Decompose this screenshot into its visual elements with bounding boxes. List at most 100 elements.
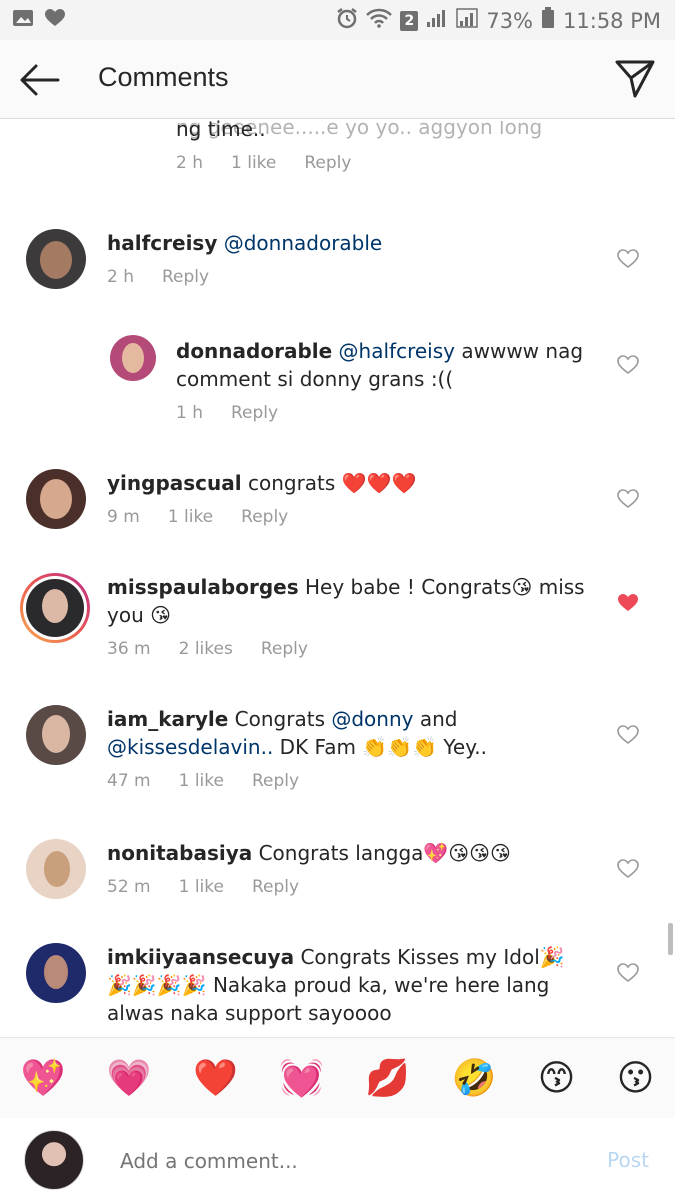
avatar[interactable] bbox=[26, 943, 86, 1003]
comment-text: nonitabasiya Congrats langga💖😘😘😘 bbox=[107, 839, 511, 867]
emoji-sparkling-heart[interactable]: 💖 bbox=[21, 1057, 66, 1099]
comment-meta: 36 m 2 likes Reply bbox=[107, 639, 308, 659]
comment-username[interactable]: iam_karyle bbox=[107, 707, 228, 731]
comment-age: 1 h bbox=[176, 403, 203, 423]
reply-button[interactable]: Reply bbox=[162, 267, 209, 287]
emoji-growing-heart[interactable]: 💗 bbox=[107, 1057, 152, 1099]
comment-username[interactable]: nonitabasiya bbox=[107, 841, 252, 865]
comment-body-line2: comment si donny grans :(( bbox=[176, 367, 454, 391]
reply-button[interactable]: Reply bbox=[252, 771, 299, 791]
liked-heart-icon[interactable] bbox=[617, 593, 639, 613]
mention-link[interactable]: @donnadorable bbox=[224, 231, 383, 255]
comment-text: ng time.. bbox=[176, 119, 266, 141]
story-avatar[interactable] bbox=[20, 573, 90, 643]
comment-input[interactable] bbox=[118, 1148, 542, 1174]
comment-body-line2: you 😘 bbox=[107, 603, 171, 627]
comment-meta: 47 m 1 like Reply bbox=[107, 771, 299, 791]
comment-text: imkiiyaansecuya Congrats Kisses my Idol🎉… bbox=[107, 943, 607, 1027]
comment-body: Hey babe ! Congrats😘 miss bbox=[304, 575, 585, 599]
comment-body-line3: alwas naka support sayoooo bbox=[107, 1001, 392, 1025]
avatar[interactable] bbox=[26, 469, 86, 529]
comment-text: halfcreisy @donnadorable bbox=[107, 229, 382, 257]
comment-username[interactable]: yingpascual bbox=[107, 471, 242, 495]
emoji-rofl[interactable]: 🤣 bbox=[452, 1057, 497, 1099]
reply-button[interactable]: Reply bbox=[252, 877, 299, 897]
comment-likes[interactable]: 1 like bbox=[231, 153, 276, 173]
like-heart-icon[interactable] bbox=[617, 249, 639, 269]
like-heart-icon[interactable] bbox=[617, 859, 639, 879]
like-heart-icon[interactable] bbox=[617, 963, 639, 983]
comment-likes[interactable]: 1 like bbox=[168, 507, 213, 527]
comment-username[interactable]: misspaulaborges bbox=[107, 575, 299, 599]
comment-composer: Post bbox=[0, 1118, 675, 1200]
comment-username[interactable]: halfcreisy bbox=[107, 231, 217, 255]
clock: 11:58 PM bbox=[563, 8, 661, 33]
send-icon[interactable] bbox=[613, 56, 657, 100]
signal-icon bbox=[426, 8, 448, 33]
comment-likes[interactable]: 1 like bbox=[179, 771, 224, 791]
current-user-avatar bbox=[24, 1130, 84, 1190]
comment-text: iam_karyle Congrats @donny and @kissesde… bbox=[107, 705, 567, 761]
emoji-beating-heart[interactable]: 💓 bbox=[279, 1057, 324, 1099]
comment-body-end: DK Fam 👏👏👏 Yey.. bbox=[279, 735, 487, 759]
app-bar: Comments bbox=[0, 40, 675, 119]
comment-body: Congrats Kisses my Idol🎉 bbox=[300, 945, 565, 969]
reply-button[interactable]: Reply bbox=[241, 507, 288, 527]
comment-meta: 52 m 1 like Reply bbox=[107, 877, 299, 897]
page-title: Comments bbox=[98, 62, 229, 92]
back-arrow-icon[interactable] bbox=[18, 60, 62, 100]
avatar[interactable] bbox=[110, 335, 156, 381]
comment-age: 2 h bbox=[107, 267, 134, 287]
comment-list[interactable]: ng geeenee.....e yo yo.. aggyon long ng … bbox=[0, 119, 675, 1036]
comment-age: 47 m bbox=[107, 771, 151, 791]
comment-age: 36 m bbox=[107, 639, 151, 659]
emoji-kissing[interactable]: 😗 bbox=[617, 1058, 655, 1099]
reply-button[interactable]: Reply bbox=[231, 403, 278, 423]
comment-body-mid: and bbox=[419, 707, 458, 731]
mention-link[interactable]: @kissesdelavin.. bbox=[107, 735, 273, 759]
comment-age: 52 m bbox=[107, 877, 151, 897]
avatar[interactable] bbox=[26, 229, 86, 289]
emoji-kiss-mark[interactable]: 💋 bbox=[365, 1057, 410, 1099]
comment-likes[interactable]: 2 likes bbox=[179, 639, 233, 659]
like-heart-icon[interactable] bbox=[617, 355, 639, 375]
signal-2-icon bbox=[456, 8, 479, 33]
battery-icon bbox=[541, 7, 555, 34]
comment-age: 2 h bbox=[176, 153, 203, 173]
post-button[interactable]: Post bbox=[607, 1148, 649, 1172]
comment-text: yingpascual congrats ❤️❤️❤️ bbox=[107, 469, 416, 497]
mention-link[interactable]: @donny bbox=[331, 707, 413, 731]
comment-likes[interactable]: 1 like bbox=[179, 877, 224, 897]
heart-status-icon bbox=[44, 8, 66, 33]
status-bar: 2 73% 11:58 PM bbox=[0, 0, 675, 40]
mention-link[interactable]: @halfcreisy bbox=[339, 339, 455, 363]
comment-meta: 1 h Reply bbox=[176, 403, 278, 423]
comment-age: 9 m bbox=[107, 507, 140, 527]
comment-meta: 9 m 1 like Reply bbox=[107, 507, 288, 527]
battery-percent: 73% bbox=[486, 8, 534, 33]
comment-username[interactable]: imkiiyaansecuya bbox=[107, 945, 294, 969]
avatar[interactable] bbox=[26, 839, 86, 899]
sim-badge: 2 bbox=[400, 10, 419, 31]
comment-body: Congrats langga💖😘😘😘 bbox=[258, 841, 511, 865]
comment-body: awwww nag bbox=[461, 339, 584, 363]
emoji-red-heart[interactable]: ❤️ bbox=[193, 1057, 238, 1099]
emoji-quick-bar: 💖 💗 ❤️ 💓 💋 🤣 😙 😗 bbox=[0, 1037, 675, 1119]
comment-text: donnadorable @halfcreisy awwww nag comme… bbox=[176, 337, 583, 393]
avatar[interactable] bbox=[26, 705, 86, 765]
comment-body: congrats ❤️❤️❤️ bbox=[247, 471, 417, 495]
comment-username[interactable]: donnadorable bbox=[176, 339, 332, 363]
scrollbar-thumb[interactable] bbox=[668, 923, 673, 955]
alarm-icon bbox=[336, 7, 358, 34]
like-heart-icon[interactable] bbox=[617, 489, 639, 509]
comment-meta: 2 h Reply bbox=[107, 267, 209, 287]
comment-meta: 2 h 1 like Reply bbox=[176, 153, 351, 173]
wifi-icon bbox=[366, 8, 393, 33]
comment-body-line2: 🎉🎉🎉🎉 Nakaka proud ka, we're here lang bbox=[107, 973, 550, 997]
gallery-icon bbox=[12, 8, 34, 33]
emoji-kissing-smiling[interactable]: 😙 bbox=[538, 1058, 576, 1099]
like-heart-icon[interactable] bbox=[617, 725, 639, 745]
reply-button[interactable]: Reply bbox=[304, 153, 351, 173]
comment-body: Congrats bbox=[234, 707, 325, 731]
reply-button[interactable]: Reply bbox=[261, 639, 308, 659]
